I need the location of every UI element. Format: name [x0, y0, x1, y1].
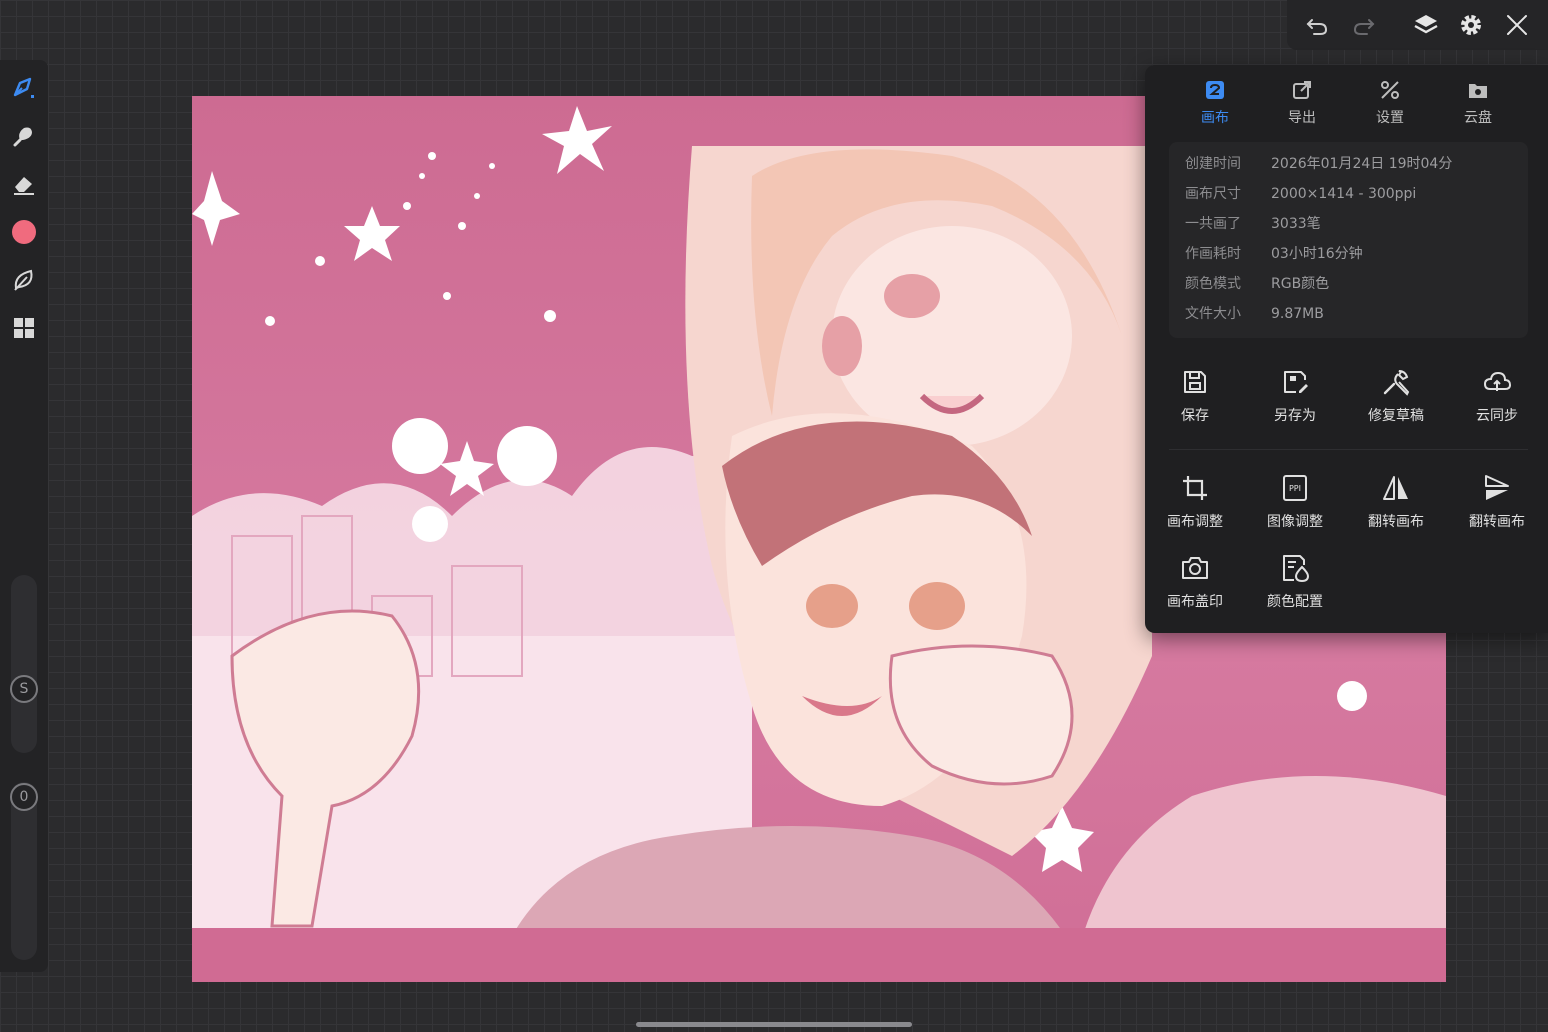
tab-cloud-label: 云盘	[1464, 110, 1492, 126]
current-color-swatch	[12, 220, 36, 244]
flip-canvas-horizontal-button[interactable]: 翻转画布	[1351, 473, 1441, 537]
tab-export-label: 导出	[1288, 110, 1316, 126]
info-key: 作画耗时	[1185, 246, 1241, 262]
layers-icon	[1414, 15, 1438, 34]
layers-button[interactable]	[1410, 9, 1442, 41]
smudge-icon	[13, 127, 32, 147]
cloud-folder-icon	[1469, 84, 1487, 98]
cloud-sync-label: 云同步	[1476, 408, 1518, 424]
tab-canvas[interactable]: 画布	[1180, 77, 1250, 127]
repair-draft-label: 修复草稿	[1368, 408, 1424, 424]
brush-size-label: S	[19, 681, 29, 697]
save-as-icon	[1284, 371, 1308, 393]
action-divider	[1169, 449, 1528, 450]
brush-size-slider[interactable]	[11, 575, 37, 753]
redo-icon	[1353, 19, 1375, 35]
save-button[interactable]: 保存	[1150, 367, 1240, 431]
info-key: 画布尺寸	[1185, 186, 1241, 202]
settings-tools-icon	[1381, 81, 1399, 99]
info-key: 一共画了	[1185, 216, 1241, 232]
smudge-tool-button[interactable]	[8, 120, 40, 152]
leaf-icon	[14, 269, 33, 291]
repair-draft-button[interactable]: 修复草稿	[1351, 367, 1441, 431]
pen-icon	[13, 77, 34, 98]
info-value: 9.87MB	[1271, 306, 1324, 322]
brush-tool-button[interactable]	[8, 72, 40, 104]
canvas-stamp-button[interactable]: 画布盖印	[1150, 553, 1240, 617]
left-toolbar: S 0	[0, 60, 48, 972]
export-icon	[1293, 81, 1311, 99]
tab-settings[interactable]: 设置	[1355, 77, 1425, 127]
info-key: 文件大小	[1185, 306, 1241, 322]
tab-export[interactable]: 导出	[1267, 77, 1337, 127]
cloud-sync-icon	[1483, 371, 1512, 391]
eraser-tool-button[interactable]	[8, 168, 40, 200]
close-icon	[1507, 15, 1527, 35]
undo-icon	[1306, 19, 1328, 35]
save-as-label: 另存为	[1274, 408, 1316, 424]
canvas-adjust-label: 画布调整	[1167, 514, 1223, 530]
crop-icon	[1183, 476, 1207, 500]
shape-tool-button[interactable]	[8, 264, 40, 296]
settings-button[interactable]	[1455, 9, 1487, 41]
tab-settings-label: 设置	[1376, 110, 1404, 126]
flip-canvas-vertical-button[interactable]: 翻转画布	[1452, 473, 1542, 537]
save-label: 保存	[1181, 408, 1209, 424]
eraser-icon	[14, 177, 34, 195]
grid-icon	[14, 318, 34, 338]
color-profile-button[interactable]: 颜色配置	[1250, 553, 1340, 617]
flip-vertical-icon	[1485, 475, 1509, 500]
tab-canvas-label: 画布	[1201, 110, 1229, 126]
color-profile-label: 颜色配置	[1267, 594, 1323, 610]
cloud-sync-button[interactable]: 云同步	[1452, 367, 1542, 431]
info-value: 03小时16分钟	[1271, 246, 1363, 262]
canvas-stamp-label: 画布盖印	[1167, 594, 1223, 610]
tab-cloud[interactable]: 云盘	[1443, 77, 1513, 127]
info-key: 创建时间	[1185, 156, 1241, 172]
save-as-button[interactable]: 另存为	[1250, 367, 1340, 431]
flip-canvas-vertical-label: 翻转画布	[1469, 514, 1525, 530]
flip-horizontal-icon	[1383, 476, 1408, 500]
canvas-info-box: 创建时间 2026年01月24日 19时04分 画布尺寸 2000×1414 -…	[1169, 142, 1528, 338]
canvas-settings-panel: 画布 导出 设置 云盘 创建时间 2026年01月24日 19时04分 画布尺寸…	[1145, 65, 1548, 633]
image-adjust-button[interactable]: PPI 图像调整	[1250, 473, 1340, 537]
opacity-label: 0	[19, 789, 29, 805]
save-icon	[1184, 371, 1206, 393]
flip-canvas-horizontal-label: 翻转画布	[1368, 514, 1424, 530]
canvas-icon	[1206, 81, 1224, 99]
color-profile-icon	[1283, 555, 1310, 583]
home-indicator	[636, 1022, 912, 1027]
redo-button[interactable]	[1348, 9, 1380, 41]
image-adjust-label: 图像调整	[1267, 514, 1323, 530]
info-value: 2000×1414 - 300ppi	[1271, 186, 1417, 202]
info-value: 3033笔	[1271, 216, 1321, 232]
camera-icon	[1182, 557, 1208, 579]
opacity-knob[interactable]: 0	[10, 783, 38, 811]
info-value: RGB颜色	[1271, 276, 1330, 292]
gear-icon	[1461, 15, 1481, 35]
color-picker-button[interactable]	[8, 216, 40, 248]
svg-text:PPI: PPI	[1289, 484, 1301, 493]
canvas-adjust-button[interactable]: 画布调整	[1150, 473, 1240, 537]
brush-size-knob[interactable]: S	[10, 675, 38, 703]
repair-icon	[1383, 370, 1410, 396]
info-key: 颜色模式	[1185, 276, 1241, 292]
top-toolbar	[1287, 0, 1548, 50]
gallery-button[interactable]	[8, 312, 40, 344]
ppi-icon: PPI	[1283, 475, 1307, 501]
close-button[interactable]	[1501, 9, 1533, 41]
info-value: 2026年01月24日 19时04分	[1271, 156, 1453, 172]
undo-button[interactable]	[1301, 9, 1333, 41]
